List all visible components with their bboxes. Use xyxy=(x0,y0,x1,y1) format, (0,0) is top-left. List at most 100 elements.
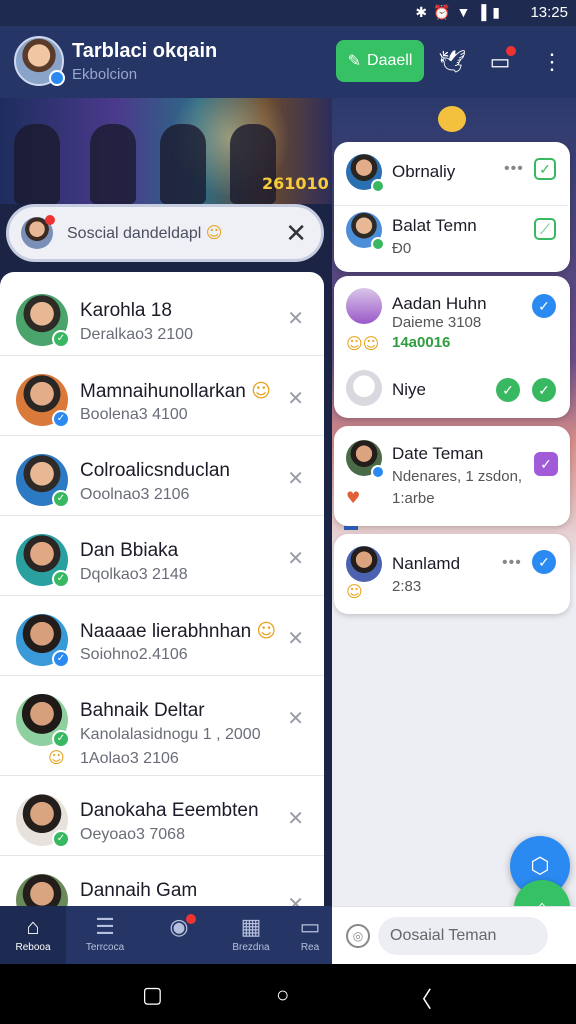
contact-sub: Ndenares, 1 zsdon, xyxy=(392,468,523,485)
check-icon xyxy=(371,179,385,193)
primary-action-button[interactable]: ✎ Daaell xyxy=(336,40,424,82)
chat-icon[interactable]: ▭ xyxy=(486,46,516,76)
contact-sub: Ooolnao3 2106 xyxy=(80,486,190,503)
contact-name: Naaaae lierabhnhan ☺ xyxy=(80,620,277,642)
contact-sub: Ð0 xyxy=(392,240,412,257)
search-avatar xyxy=(21,215,55,249)
bird-icon[interactable]: 🕊 xyxy=(438,48,466,76)
notification-badge xyxy=(506,46,516,56)
bottom-nav: ⌂ Rebooa ☰ Terrcoca ◉ ▦ Brezdna ▭ Rea xyxy=(0,906,332,964)
contact-sub: Dqolkao3 2148 xyxy=(80,566,188,583)
close-icon[interactable]: ✕ xyxy=(287,806,304,831)
list-item[interactable]: Aadan Huhn Daieme 3108 ☺☺ 14a0016 ✓ xyxy=(334,276,568,356)
avatar xyxy=(346,288,382,324)
menu-icon: ☰ xyxy=(95,914,115,939)
checkbox[interactable]: ✓ xyxy=(532,294,556,318)
contact-name: Dannaih Gam xyxy=(80,880,198,901)
close-icon[interactable]: ✕ xyxy=(287,706,304,731)
contact-name: Mamnaihunollarkan ☺ xyxy=(80,380,271,402)
avatar: ✓ xyxy=(16,794,70,848)
avatar xyxy=(346,546,382,582)
game-banner[interactable]: 261010 xyxy=(0,98,332,204)
nav-calendar[interactable]: ▦ Brezdna xyxy=(218,906,284,964)
contact-sub: Daieme 3108 xyxy=(392,314,482,331)
camera-icon[interactable]: ◎ xyxy=(346,924,370,948)
contact-name: Danokaha Eeembten xyxy=(80,800,259,821)
list-item[interactable]: ✓ Naaaae lierabhnhan ☺ Soiohno2.4106 ✕ xyxy=(0,596,324,676)
message-input[interactable]: Oosaial Teman xyxy=(378,917,548,955)
app-subtitle: Ekbolcion xyxy=(72,66,138,83)
close-icon[interactable]: ✕ xyxy=(287,386,304,411)
app-title: Tarblaci okqain xyxy=(72,40,218,62)
avatar: ✓ xyxy=(16,374,70,428)
close-icon[interactable]: ✕ xyxy=(287,626,304,651)
list-item[interactable]: Balat Temn Ð0 ⟋ xyxy=(334,206,568,272)
list-item[interactable]: ✓ ☺ Bahnaik Deltar Kanolalasidnogu 1 , 2… xyxy=(0,676,324,776)
compose-bar: ◎ Oosaial Teman xyxy=(332,906,576,964)
banner-score: 261010 xyxy=(262,174,329,193)
box-icon: ⬡ xyxy=(530,853,550,878)
avatar: ✓ xyxy=(16,294,70,348)
banner-character xyxy=(14,124,60,204)
list-item[interactable]: ✓ Mamnaihunollarkan ☺ Boolena3 4100 ✕ xyxy=(0,356,324,436)
contact-name: Karohla 18 xyxy=(80,300,172,321)
nav-home[interactable]: ⌂ Rebooa xyxy=(0,906,66,964)
nav-menu[interactable]: ☰ Terrcoca xyxy=(72,906,138,964)
more-icon[interactable]: ⋮ xyxy=(538,48,566,76)
home-icon: ⌂ xyxy=(26,914,40,939)
list-item[interactable]: Date Teman Ndenares, 1 zsdon, 1:arbe ♥ ✓ xyxy=(334,426,568,526)
status-time: 13:25 xyxy=(530,4,568,21)
recents-icon[interactable]: ▢ xyxy=(142,982,163,1008)
search-bar[interactable]: Soscial dandeldapl ☺ ✕ xyxy=(6,204,324,262)
check-icon: ✓ xyxy=(52,650,70,668)
checkbox[interactable]: ✓ xyxy=(534,158,556,180)
verified-icon xyxy=(49,70,65,86)
emoji-icon: ☺ xyxy=(48,748,65,767)
close-icon[interactable]: ✕ xyxy=(285,218,307,249)
contact-name: Aadan Huhn xyxy=(392,294,487,313)
contact-name: Nanlamd xyxy=(392,554,461,573)
profile-avatar[interactable] xyxy=(14,36,65,86)
list-item[interactable]: ✓ Karohla 18 Deralkao3 2100 ✕ xyxy=(0,276,324,356)
list-item[interactable]: ✓ Dan Bbiaka Dqolkao3 2148 ✕ xyxy=(0,516,324,596)
close-icon[interactable]: ✕ xyxy=(287,466,304,491)
avatar: ✓ xyxy=(16,614,70,668)
emoji-icon: ☺ xyxy=(205,223,223,242)
nav-folder[interactable]: ▭ Rea xyxy=(288,906,332,964)
avatar xyxy=(346,154,385,193)
more-icon[interactable]: ••• xyxy=(502,554,522,572)
close-icon[interactable]: ✕ xyxy=(287,546,304,571)
checkbox[interactable]: ✓ xyxy=(532,378,556,402)
check-icon: ✓ xyxy=(52,330,70,348)
checkbox[interactable]: ✓ xyxy=(496,378,520,402)
app-bar: Tarblaci okqain Ekbolcion ✎ Daaell 🕊 ▭ ⋮ xyxy=(0,26,576,98)
system-nav-bar: ▢ ○ 〈 xyxy=(0,964,576,1024)
checkbox[interactable]: ✓ xyxy=(534,452,558,476)
list-item[interactable]: Obrnaliy ••• ✓ xyxy=(334,142,568,206)
check-icon: ✓ xyxy=(52,570,70,588)
list-item[interactable]: ✓ Danokaha Eeembten Oeyoao3 7068 ✕ xyxy=(0,776,324,856)
contact-name: Obrnaliy xyxy=(392,162,456,181)
contact-name: Date Teman xyxy=(392,444,484,463)
contact-sub: 2:83 xyxy=(392,578,422,595)
list-item[interactable]: ✓ Colroalicsnduclan Ooolnao3 2106 ✕ xyxy=(0,436,324,516)
list-item[interactable]: Niye ✓ ✓ xyxy=(334,362,568,418)
more-icon[interactable]: ••• xyxy=(504,160,524,178)
scroll-indicator xyxy=(344,526,358,530)
back-icon[interactable]: 〈 xyxy=(410,982,432,1014)
search-input[interactable]: Soscial dandeldapl ☺ xyxy=(67,223,285,243)
list-item[interactable]: ✓ Dannaih Gam ✕ xyxy=(0,856,324,912)
list-item[interactable]: ☺ Nanlamd 2:83 ••• ✓ xyxy=(334,534,568,614)
contact-name: Dan Bbiaka xyxy=(80,540,179,561)
close-icon[interactable]: ✕ xyxy=(287,306,304,331)
check-icon: ✓ xyxy=(52,490,70,508)
nav-globe[interactable]: ◉ xyxy=(146,906,212,964)
request-card: Obrnaliy ••• ✓ Balat Temn Ð0 ⟋ xyxy=(334,142,570,272)
contact-list: ✓ Karohla 18 Deralkao3 2100 ✕ ✓ Mamnaihu… xyxy=(0,272,324,912)
checkbox[interactable]: ✓ xyxy=(532,550,556,574)
checkbox[interactable]: ⟋ xyxy=(534,218,556,240)
home-button-icon[interactable]: ○ xyxy=(276,982,289,1008)
contact-sub: Soiohno2.4106 xyxy=(80,646,188,663)
status-bar: ✱⏰▼▐▮ 13:25 xyxy=(0,0,576,26)
contact-sub: 1Aolao3 2106 xyxy=(80,750,179,767)
